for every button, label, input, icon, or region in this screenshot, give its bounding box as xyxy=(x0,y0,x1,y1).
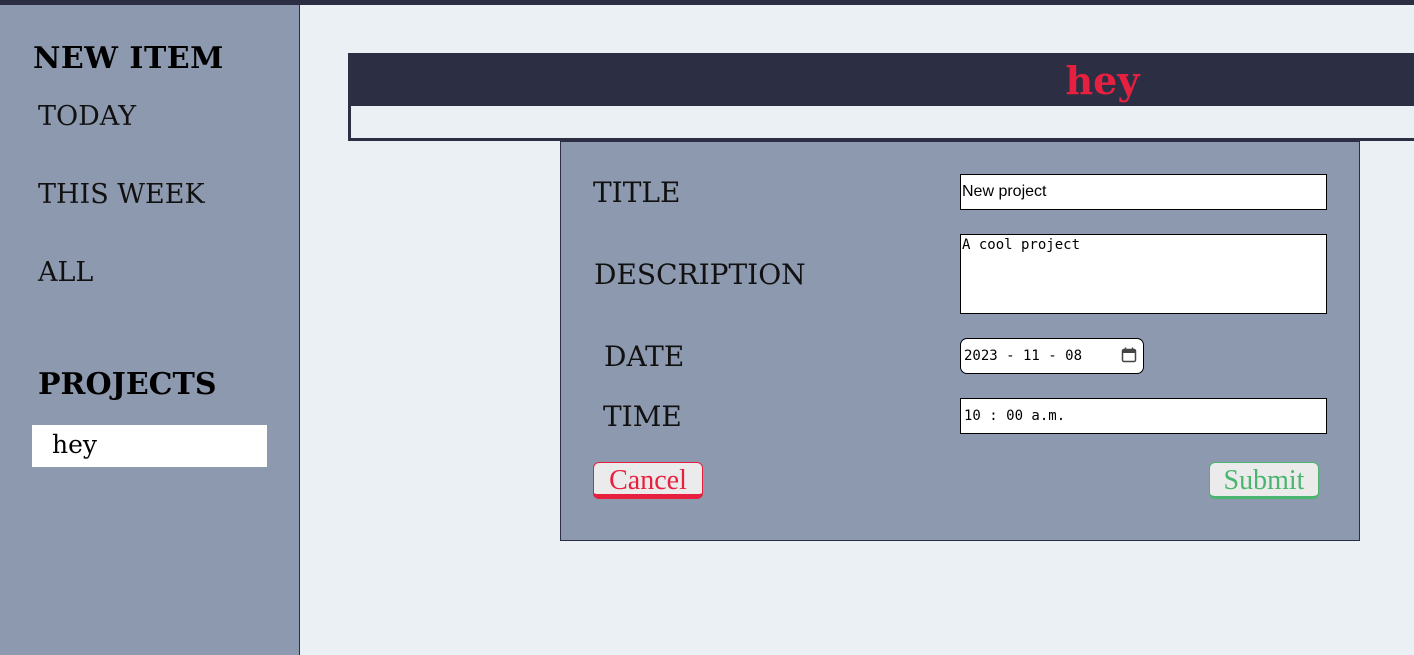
date-value: 2023 - 11 - 08 xyxy=(964,348,1083,364)
sidebar: NEW ITEM TODAY THIS WEEK ALL PROJECTS he… xyxy=(0,5,300,655)
projects-heading: PROJECTS xyxy=(38,367,217,402)
time-label: TIME xyxy=(603,400,682,433)
new-item-button[interactable]: NEW ITEM xyxy=(33,41,224,76)
nav-item-all[interactable]: ALL xyxy=(38,257,93,288)
calendar-icon[interactable] xyxy=(1121,347,1137,363)
nav-item-this-week[interactable]: THIS WEEK xyxy=(38,179,205,210)
description-label: DESCRIPTION xyxy=(594,258,806,291)
description-textarea[interactable]: A cool project xyxy=(960,234,1327,314)
date-label: DATE xyxy=(604,340,685,373)
project-panel: hey xyxy=(348,53,1414,141)
project-header: hey xyxy=(351,56,1414,106)
project-title: hey xyxy=(1065,58,1140,103)
project-item-hey[interactable]: hey xyxy=(32,425,267,467)
time-input[interactable]: 10 : 00 a.m. xyxy=(960,398,1327,434)
date-input[interactable]: 2023 - 11 - 08 xyxy=(960,338,1144,374)
title-input[interactable]: New project xyxy=(960,174,1327,210)
cancel-button[interactable]: Cancel xyxy=(593,462,703,499)
title-label: TITLE xyxy=(593,176,681,209)
new-item-form: TITLE New project DESCRIPTION A cool pro… xyxy=(560,141,1360,541)
nav-item-today[interactable]: TODAY xyxy=(38,101,136,132)
submit-button[interactable]: Submit xyxy=(1209,462,1319,499)
